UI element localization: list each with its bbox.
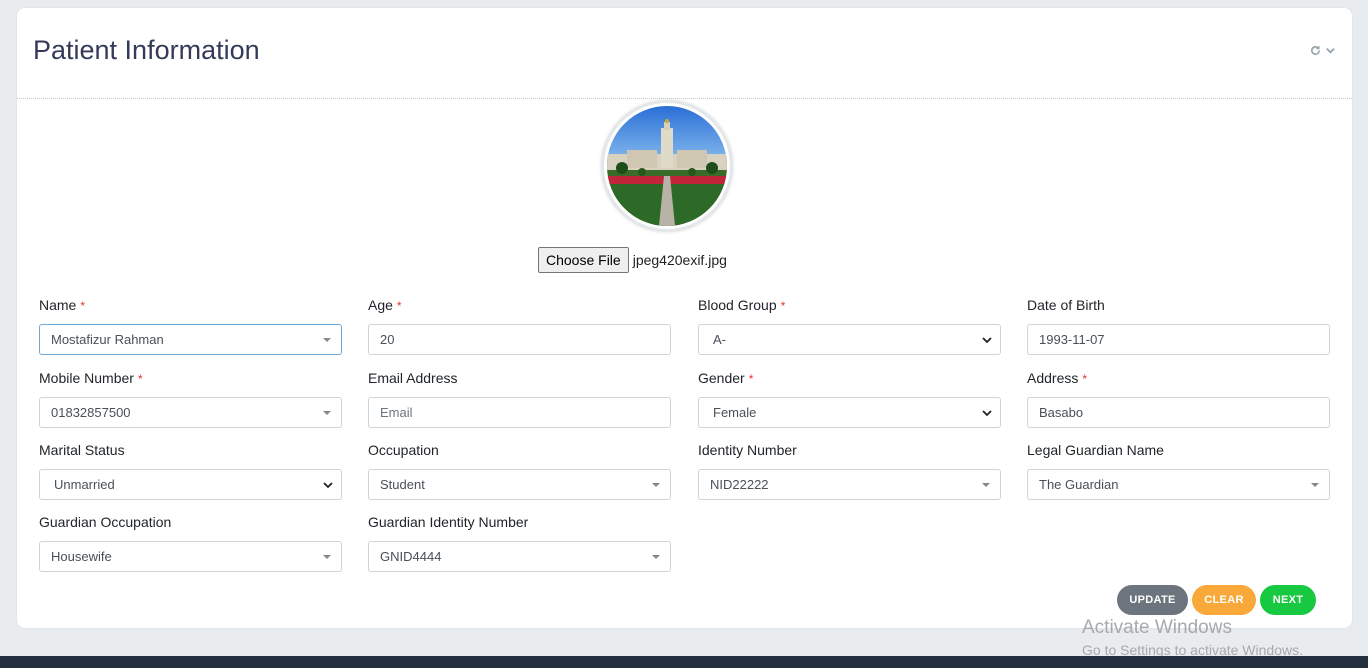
blood-group-select[interactable]: A- [698, 324, 1001, 355]
choose-file-button[interactable]: Choose File [538, 247, 629, 273]
field-name: Name * Mostafizur Rahman [39, 297, 342, 355]
field-age: Age * 20 [368, 297, 671, 355]
email-label: Email Address [368, 370, 458, 386]
gender-label: Gender * [698, 370, 754, 386]
caret-down-icon [652, 483, 660, 487]
name-label: Name * [39, 297, 86, 313]
watermark-title: Activate Windows [1082, 617, 1232, 638]
field-guardian-occupation: Guardian Occupation Housewife [39, 514, 342, 572]
guardian-identity-select[interactable]: GNID4444 [368, 541, 671, 572]
chevron-down-icon[interactable] [1325, 44, 1336, 59]
refresh-icon[interactable] [1310, 44, 1321, 59]
caret-down-icon [323, 411, 331, 415]
photo-image [607, 106, 727, 226]
address-label: Address * [1027, 370, 1088, 386]
age-input[interactable]: 20 [368, 324, 671, 355]
patient-photo [601, 100, 733, 232]
field-guardian-name: Legal Guardian Name The Guardian [1027, 442, 1330, 500]
email-input[interactable]: Email [368, 397, 671, 428]
occupation-label: Occupation [368, 442, 439, 458]
next-button[interactable]: NEXT [1260, 585, 1316, 615]
field-dob: Date of Birth 1993-11-07 [1027, 297, 1330, 355]
guardian-name-label: Legal Guardian Name [1027, 442, 1164, 458]
identity-label: Identity Number [698, 442, 797, 458]
field-email: Email Address Email [368, 370, 671, 428]
selected-file-name: jpeg420exif.jpg [632, 252, 727, 268]
occupation-select[interactable]: Student [368, 469, 671, 500]
field-mobile: Mobile Number * 01832857500 [39, 370, 342, 428]
marital-label: Marital Status [39, 442, 125, 458]
field-occupation: Occupation Student [368, 442, 671, 500]
field-guardian-identity: Guardian Identity Number GNID4444 [368, 514, 671, 572]
marital-select[interactable]: Unmarried [39, 469, 342, 500]
chevron-down-icon [982, 410, 992, 417]
caret-down-icon [323, 338, 331, 342]
mobile-select[interactable]: 01832857500 [39, 397, 342, 428]
chevron-down-icon [982, 337, 992, 344]
dob-input[interactable]: 1993-11-07 [1027, 324, 1330, 355]
field-address: Address * Basabo [1027, 370, 1330, 428]
guardian-occupation-select[interactable]: Housewife [39, 541, 342, 572]
field-marital: Marital Status Unmarried [39, 442, 342, 500]
guardian-identity-label: Guardian Identity Number [368, 514, 529, 530]
age-label: Age * [368, 297, 402, 313]
chevron-down-icon [323, 482, 333, 489]
caret-down-icon [982, 483, 990, 487]
caret-down-icon [652, 555, 660, 559]
blood-group-label: Blood Group * [698, 297, 786, 313]
caret-down-icon [323, 555, 331, 559]
card-tools [1310, 44, 1336, 59]
file-input: Choose File jpeg420exif.jpg [538, 247, 727, 273]
card-header: Patient Information [17, 8, 1352, 99]
activation-watermark: Activate Windows Go to Settings to activ… [1082, 617, 1303, 658]
taskbar [0, 656, 1368, 668]
field-gender: Gender * Female [698, 370, 1001, 428]
identity-select[interactable]: NID22222 [698, 469, 1001, 500]
guardian-name-select[interactable]: The Guardian [1027, 469, 1330, 500]
caret-down-icon [1311, 483, 1319, 487]
dob-label: Date of Birth [1027, 297, 1105, 313]
mobile-label: Mobile Number * [39, 370, 143, 386]
guardian-occupation-label: Guardian Occupation [39, 514, 172, 530]
address-input[interactable]: Basabo [1027, 397, 1330, 428]
name-select[interactable]: Mostafizur Rahman [39, 324, 342, 355]
page-title: Patient Information [33, 35, 260, 65]
update-button[interactable]: UPDATE [1117, 585, 1188, 615]
clear-button[interactable]: CLEAR [1192, 585, 1256, 615]
gender-select[interactable]: Female [698, 397, 1001, 428]
field-identity: Identity Number NID22222 [698, 442, 1001, 500]
field-blood-group: Blood Group * A- [698, 297, 1001, 355]
